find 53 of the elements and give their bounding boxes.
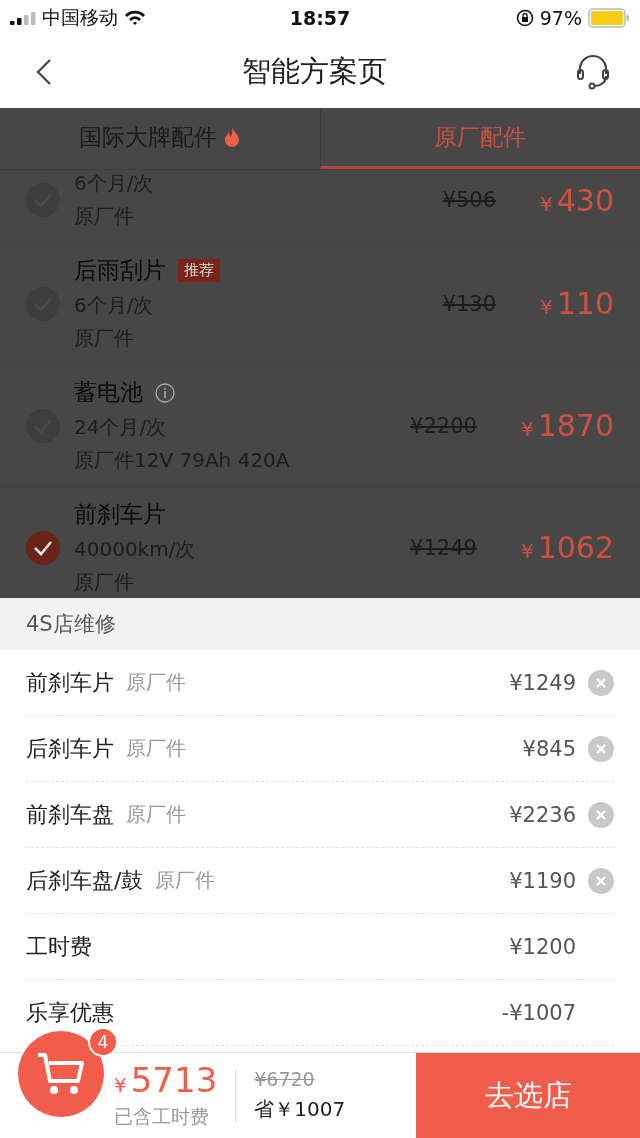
x-icon xyxy=(594,873,608,888)
status-time: 18:57 xyxy=(289,7,351,29)
service-name: 后刹车片 xyxy=(26,734,114,763)
headset-icon[interactable] xyxy=(576,54,610,90)
part-tag: 原厂件 xyxy=(126,669,498,696)
item-price: ¥1870 xyxy=(520,409,614,442)
check-circle[interactable] xyxy=(26,530,60,565)
item-price: ¥110 xyxy=(540,287,614,320)
cart-count-badge: 4 xyxy=(88,1027,118,1057)
part-tag: 原厂件 xyxy=(155,867,498,894)
service-price: ¥2236 xyxy=(509,802,576,827)
part-tag: 原厂件 xyxy=(126,801,498,828)
wifi-icon xyxy=(124,10,146,26)
total-price: ¥5713 xyxy=(114,1061,218,1102)
item-price: ¥1062 xyxy=(520,531,614,564)
service-name: 后刹车盘/鼓 xyxy=(26,866,144,895)
service-price: ¥1200 xyxy=(509,934,576,959)
service-name: 前刹车盘 xyxy=(26,800,114,829)
x-icon xyxy=(594,675,608,690)
total-note: 已含工时费 xyxy=(114,1104,209,1129)
back-icon[interactable] xyxy=(36,58,52,86)
service-name: 乐享优惠 xyxy=(26,998,114,1027)
sheet-header: 4S店维修 xyxy=(0,598,640,650)
carrier-name: 中国移动 xyxy=(42,5,118,30)
service-price: ¥1249 xyxy=(509,670,576,695)
service-name: 前刹车片 xyxy=(26,668,114,697)
page-title: 智能方案页 xyxy=(241,53,387,90)
saving-amount: 省￥1007 xyxy=(254,1096,346,1123)
cart-icon xyxy=(36,1051,86,1097)
service-price: ¥1190 xyxy=(509,868,576,893)
service-price: ¥845 xyxy=(522,736,576,761)
info-icon[interactable] xyxy=(155,382,175,403)
remove-button[interactable] xyxy=(588,735,614,762)
remove-button[interactable] xyxy=(588,669,614,696)
remove-button[interactable] xyxy=(588,867,614,894)
item-price: ¥430 xyxy=(540,183,614,217)
battery-icon xyxy=(588,8,630,28)
original-total: ¥6720 xyxy=(254,1068,315,1090)
rotation-lock-icon xyxy=(515,9,534,27)
x-icon xyxy=(594,807,608,822)
tab[interactable]: 原厂配件 xyxy=(319,108,640,169)
remove-button[interactable] xyxy=(588,801,614,828)
signal-icon xyxy=(10,11,36,25)
battery-percent: 97% xyxy=(539,7,582,29)
item-name: 前刹车片 xyxy=(74,500,166,529)
item-name: 蓄电池 xyxy=(74,378,143,407)
item-name: 后雨刮片 xyxy=(74,256,166,285)
service-price: -¥1007 xyxy=(501,1000,576,1025)
part-tag: 原厂件 xyxy=(126,735,511,762)
choose-store-button[interactable]: 去选店 xyxy=(416,1053,640,1138)
recommend-tag: 推荐 xyxy=(178,259,220,282)
x-icon xyxy=(594,741,608,756)
service-name: 工时费 xyxy=(26,932,92,961)
